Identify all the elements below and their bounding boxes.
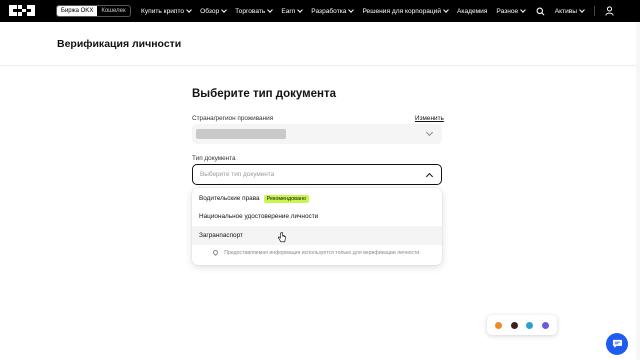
header-divider bbox=[0, 65, 640, 66]
tab-wallet[interactable]: Кошелек bbox=[97, 6, 129, 16]
nav-separator bbox=[594, 6, 595, 16]
chevron-down-icon bbox=[221, 7, 227, 13]
app-icon-teal[interactable] bbox=[526, 321, 534, 329]
nav-earn[interactable]: Earn bbox=[281, 7, 304, 15]
form-title: Выберите тип документа bbox=[192, 88, 336, 100]
doc-type-placeholder: Выберите тип документа bbox=[200, 171, 275, 178]
option-drivers-license[interactable]: Водительские права Рекомендовано bbox=[192, 189, 442, 208]
chat-button[interactable] bbox=[606, 333, 628, 355]
hand-cursor-icon bbox=[278, 232, 286, 243]
top-nav-bar: Биржа OKX Кошелек Купить крипто Обзор То… bbox=[0, 0, 640, 22]
app-icon-purple[interactable] bbox=[541, 321, 549, 329]
nav-build[interactable]: Разработка bbox=[311, 7, 355, 15]
search-icon[interactable] bbox=[536, 7, 545, 16]
chevron-down-icon bbox=[579, 7, 585, 13]
chevron-down-icon bbox=[186, 7, 192, 13]
top-right-actions: Активы bbox=[536, 0, 614, 22]
location-pin-icon bbox=[212, 248, 220, 257]
chevron-down-icon bbox=[520, 7, 527, 13]
chevron-down-icon bbox=[425, 128, 434, 137]
option-national-id[interactable]: Национальное удостоверение личности bbox=[192, 207, 442, 226]
main-nav: Купить крипто Обзор Торговать Earn Разра… bbox=[141, 0, 527, 22]
tab-exchange[interactable]: Биржа OKX bbox=[57, 6, 98, 16]
country-label: Страна/регион проживания bbox=[192, 115, 274, 122]
country-field[interactable] bbox=[192, 124, 442, 144]
nav-buy-crypto[interactable]: Купить крипто bbox=[141, 7, 192, 15]
country-value-redacted bbox=[196, 129, 286, 139]
page-scrollbar[interactable] bbox=[636, 22, 640, 360]
privacy-note: Предоставляемая информация используется … bbox=[192, 248, 442, 257]
chevron-down-icon bbox=[443, 7, 449, 13]
okx-logo[interactable] bbox=[9, 5, 45, 16]
nav-institutional[interactable]: Решения для корпораций bbox=[362, 7, 449, 15]
user-icon[interactable] bbox=[605, 6, 614, 16]
extension-tray bbox=[487, 315, 557, 335]
doc-type-label: Тип документа bbox=[192, 155, 236, 162]
nav-more[interactable]: Разное bbox=[496, 7, 527, 15]
page-title: Верификация личности bbox=[57, 38, 182, 50]
change-country-link[interactable]: Изменить bbox=[415, 115, 444, 122]
option-passport[interactable]: Загранпаспорт bbox=[192, 226, 442, 245]
chat-icon bbox=[612, 339, 622, 349]
nav-academy[interactable]: Академия bbox=[457, 8, 487, 15]
chevron-down-icon bbox=[297, 7, 304, 13]
chevron-down-icon bbox=[348, 7, 355, 13]
nav-trade[interactable]: Торговать bbox=[235, 7, 274, 15]
chevron-down-icon bbox=[267, 7, 274, 13]
doc-type-select[interactable]: Выберите тип документа bbox=[192, 164, 442, 185]
nav-assets[interactable]: Активы bbox=[555, 7, 585, 15]
doc-type-dropdown: Водительские права Рекомендовано Национа… bbox=[192, 188, 442, 265]
nav-overview[interactable]: Обзор bbox=[200, 7, 227, 15]
chevron-up-icon bbox=[425, 172, 434, 181]
exchange-wallet-switch: Биржа OKX Кошелек bbox=[56, 5, 131, 17]
recommended-badge: Рекомендовано bbox=[263, 194, 309, 203]
app-icon-orange[interactable] bbox=[495, 321, 503, 329]
app-icon-dark[interactable] bbox=[510, 321, 518, 329]
